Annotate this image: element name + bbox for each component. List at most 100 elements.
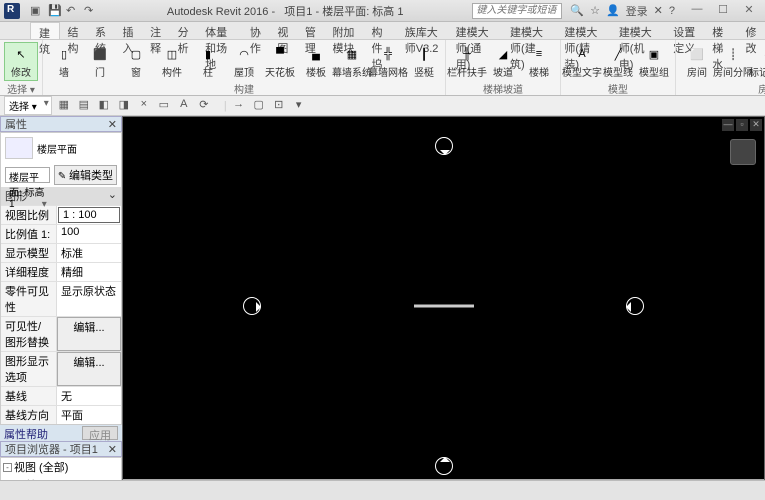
ribbon-tab[interactable]: 协作 bbox=[242, 22, 270, 39]
property-value[interactable]: 标准 bbox=[57, 244, 121, 262]
ribbon-button-component[interactable]: ◫构件 bbox=[155, 42, 189, 81]
type-name: 楼层平面 bbox=[37, 141, 77, 156]
ribbon-tab[interactable]: 族库大师V3.2 bbox=[397, 22, 448, 39]
elevation-marker-east[interactable] bbox=[626, 297, 644, 315]
ribbon-button-stair[interactable]: ≡楼梯 bbox=[522, 42, 556, 81]
elevation-marker-south[interactable] bbox=[435, 457, 453, 475]
elevation-marker-west[interactable] bbox=[243, 297, 261, 315]
elevation-marker-north[interactable] bbox=[435, 137, 453, 155]
close-icon[interactable]: ✕ bbox=[108, 118, 117, 131]
subscription-icon[interactable]: ☆ bbox=[590, 4, 600, 17]
opt-icon[interactable]: ▦ bbox=[56, 98, 72, 114]
ribbon-button-group[interactable]: ▣模型组 bbox=[637, 42, 671, 81]
ribbon-button-label: 坡道 bbox=[493, 64, 513, 79]
search-input[interactable] bbox=[472, 3, 562, 19]
signin-label[interactable]: 登录 bbox=[626, 3, 648, 19]
ribbon-tab[interactable]: 设置定义 bbox=[665, 22, 704, 39]
options-select[interactable]: 选择 ▾ bbox=[4, 96, 52, 115]
exchange-icon[interactable]: ✕ bbox=[654, 4, 663, 17]
ribbon-button-railing[interactable]: ╫栏杆扶手 bbox=[450, 42, 484, 81]
tree-item[interactable]: -视图 (全部) bbox=[1, 458, 121, 476]
ribbon-button-floor[interactable]: ▄楼板 bbox=[299, 42, 333, 81]
ribbon-tab[interactable]: 修改 bbox=[738, 22, 765, 39]
ribbon-button-cursor[interactable]: ↖修改 bbox=[4, 42, 38, 81]
signin-icon[interactable]: 👤 bbox=[606, 4, 620, 17]
opt-icon[interactable]: ▤ bbox=[76, 98, 92, 114]
ribbon-tab[interactable]: 建模大师(精装) bbox=[556, 22, 610, 39]
ribbon-button-curtain[interactable]: ▦幕墙系统 bbox=[335, 42, 369, 81]
opt-icon[interactable]: ▾ bbox=[291, 98, 307, 114]
qat-undo-icon[interactable]: ↶ bbox=[66, 4, 80, 18]
ribbon-tab[interactable]: 分析 bbox=[170, 22, 198, 39]
ribbon-tab[interactable]: 构件坞 bbox=[363, 22, 396, 39]
ribbon-tab[interactable]: 建模大师(机电) bbox=[611, 22, 665, 39]
minimize-button[interactable]: — bbox=[685, 3, 709, 19]
ribbon-tab[interactable]: 建模大师(通用) bbox=[448, 22, 502, 39]
opt-icon[interactable]: ▭ bbox=[156, 98, 172, 114]
opt-icon[interactable]: A bbox=[176, 98, 192, 114]
ribbon-button-window[interactable]: ▢窗 bbox=[119, 42, 153, 81]
ribbon-button-text[interactable]: A模型文字 bbox=[565, 42, 599, 81]
view-close-button[interactable]: ✕ bbox=[750, 119, 762, 131]
property-row: 基线无 bbox=[1, 386, 121, 405]
close-icon[interactable]: ✕ bbox=[108, 443, 117, 456]
ribbon-tab[interactable]: 楼梯水 bbox=[704, 22, 737, 39]
ribbon-tab[interactable]: 结构 bbox=[60, 22, 88, 39]
type-preview[interactable] bbox=[5, 137, 33, 159]
ribbon-button-grid[interactable]: ╬幕墙网格 bbox=[371, 42, 405, 81]
qat-open-icon[interactable]: ▣ bbox=[30, 4, 44, 18]
opt-icon[interactable]: ▢ bbox=[251, 98, 267, 114]
property-value[interactable]: 100 bbox=[57, 225, 121, 243]
help-link[interactable]: 属性帮助 bbox=[4, 426, 48, 440]
ribbon-button-wall[interactable]: ▯墙 bbox=[47, 42, 81, 81]
apply-button[interactable]: 应用 bbox=[82, 426, 118, 440]
property-value[interactable]: 显示原状态 bbox=[57, 282, 121, 316]
model-element[interactable] bbox=[414, 305, 474, 308]
ribbon-tab[interactable]: 建筑 bbox=[30, 22, 60, 39]
view-min-button[interactable]: — bbox=[722, 119, 734, 131]
close-button[interactable]: ✕ bbox=[737, 3, 761, 19]
opt-icon[interactable]: → bbox=[231, 98, 247, 114]
ribbon-tab[interactable]: 插入 bbox=[115, 22, 143, 39]
opt-icon[interactable]: ◨ bbox=[116, 98, 132, 114]
ribbon-button-room[interactable]: ⬜房间 bbox=[680, 42, 714, 81]
viewport[interactable]: — ▫ ✕ 1 : 100 ▦ ◐ ☀ ▨ ⬚ ▣ 👁 ◎ bbox=[122, 116, 765, 496]
app-icon[interactable] bbox=[4, 3, 20, 19]
view-max-button[interactable]: ▫ bbox=[736, 119, 748, 131]
ribbon-tab[interactable]: 系统 bbox=[87, 22, 115, 39]
ribbon-tab[interactable]: 注释 bbox=[142, 22, 170, 39]
qat-redo-icon[interactable]: ↷ bbox=[84, 4, 98, 18]
ribbon-button-tag[interactable]: ◈标记房间 bbox=[752, 42, 765, 81]
ribbon-tab[interactable]: 附加模块 bbox=[324, 22, 363, 39]
tree-toggle-icon[interactable]: - bbox=[3, 463, 12, 472]
viewcube[interactable] bbox=[730, 139, 756, 165]
ribbon-button-sep[interactable]: ┊房间分隔 bbox=[716, 42, 750, 81]
property-value[interactable]: 平面 bbox=[57, 406, 121, 424]
help-icon[interactable]: ? bbox=[669, 5, 675, 17]
type-selector[interactable]: 楼层平面: 标高 1 bbox=[5, 167, 50, 183]
infocenter-icon[interactable]: 🔍 bbox=[570, 4, 584, 17]
property-value[interactable]: 精细 bbox=[57, 263, 121, 281]
property-value[interactable]: 编辑... bbox=[57, 317, 121, 351]
opt-icon[interactable]: × bbox=[136, 98, 152, 114]
ribbon-tab[interactable]: 体量和场地 bbox=[197, 22, 242, 39]
ribbon-button-door[interactable]: ⬛门 bbox=[83, 42, 117, 81]
maximize-button[interactable]: ☐ bbox=[711, 3, 735, 19]
opt-icon[interactable]: ⊡ bbox=[271, 98, 287, 114]
opt-icon[interactable]: ◧ bbox=[96, 98, 112, 114]
ribbon-button-ramp[interactable]: ◢坡道 bbox=[486, 42, 520, 81]
qat-save-icon[interactable]: 💾 bbox=[48, 4, 62, 18]
ribbon-button-column[interactable]: ▮柱 bbox=[191, 42, 225, 81]
edit-type-button[interactable]: ✎ 编辑类型 bbox=[54, 165, 117, 185]
property-value[interactable]: 编辑... bbox=[57, 352, 121, 386]
ribbon-button-roof[interactable]: ◠屋顶 bbox=[227, 42, 261, 81]
ribbon-tab[interactable]: 视图 bbox=[269, 22, 297, 39]
property-value[interactable]: 1 : 100 bbox=[58, 207, 120, 223]
property-value[interactable]: 无 bbox=[57, 387, 121, 405]
ribbon-button-ceiling[interactable]: ▀天花板 bbox=[263, 42, 297, 81]
ribbon-tab[interactable]: 管理 bbox=[297, 22, 325, 39]
ribbon-button-mullion[interactable]: ┃竖梃 bbox=[407, 42, 441, 81]
opt-icon[interactable]: ⟳ bbox=[196, 98, 212, 114]
ribbon-tab[interactable]: 建模大师(建筑) bbox=[502, 22, 556, 39]
ribbon-button-line[interactable]: ╱模型线 bbox=[601, 42, 635, 81]
